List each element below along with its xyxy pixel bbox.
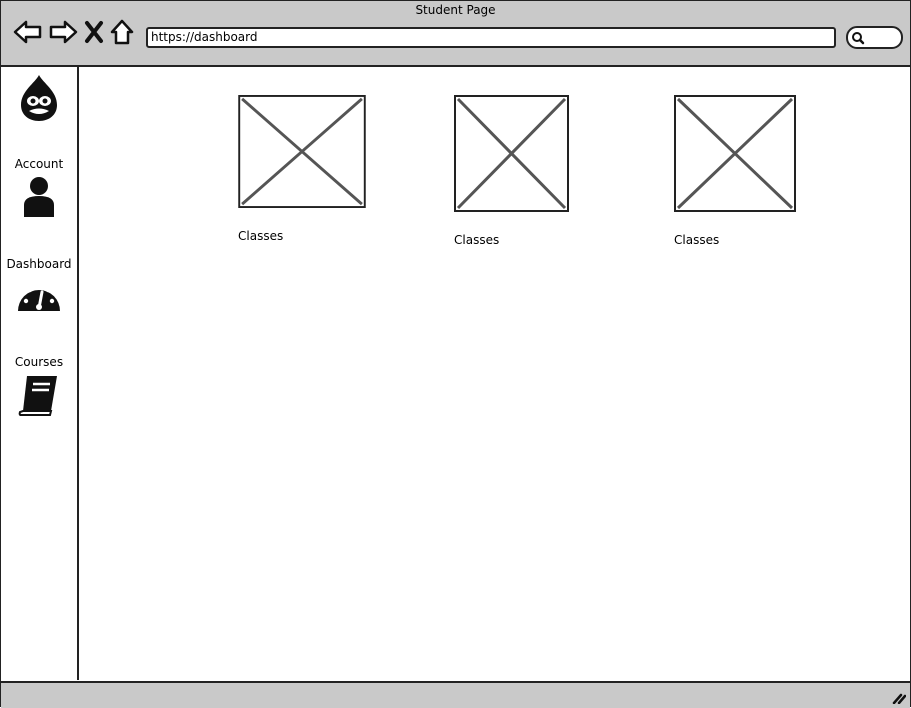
card-label: Classes [674,233,720,247]
search-field[interactable] [846,26,903,49]
book-icon [18,376,57,416]
sidebar: Account Dashboard Courses [1,67,79,680]
card-label: Classes [454,233,500,247]
sidebar-item-label: Dashboard [6,257,72,271]
gauge-icon [18,283,60,311]
home-icon[interactable] [108,17,138,47]
sidebar-item-label: Account [14,157,64,171]
sidebar-item-label: Courses [14,355,64,369]
sidebar-item-account[interactable]: Account [1,157,77,219]
status-bar [1,681,910,708]
main-content: Classes Classes Classes [79,67,910,680]
address-bar[interactable]: https://dashboard [146,27,836,48]
sidebar-item-dashboard[interactable]: Dashboard [1,257,77,313]
close-icon[interactable] [83,17,105,47]
sidebar-item-courses[interactable]: Courses [1,355,77,417]
resize-grip-icon[interactable] [892,692,906,704]
window-title: Student Page [415,3,496,17]
card-label: Classes [238,229,284,243]
back-arrow-icon[interactable] [13,17,43,47]
search-icon [852,32,865,45]
class-card[interactable]: Classes [454,95,569,247]
image-placeholder [454,95,569,212]
drupal-logo [1,73,77,123]
image-placeholder [674,95,796,212]
browser-chrome: Student Page https://dashboard [1,1,910,67]
class-card[interactable]: Classes [238,95,366,243]
class-card[interactable]: Classes [674,95,796,247]
user-icon [24,177,54,217]
drupal-drop-icon [21,75,57,121]
forward-arrow-icon[interactable] [48,17,78,47]
image-placeholder [238,95,366,208]
browser-window: Student Page https://dashboard Account D… [0,0,911,708]
